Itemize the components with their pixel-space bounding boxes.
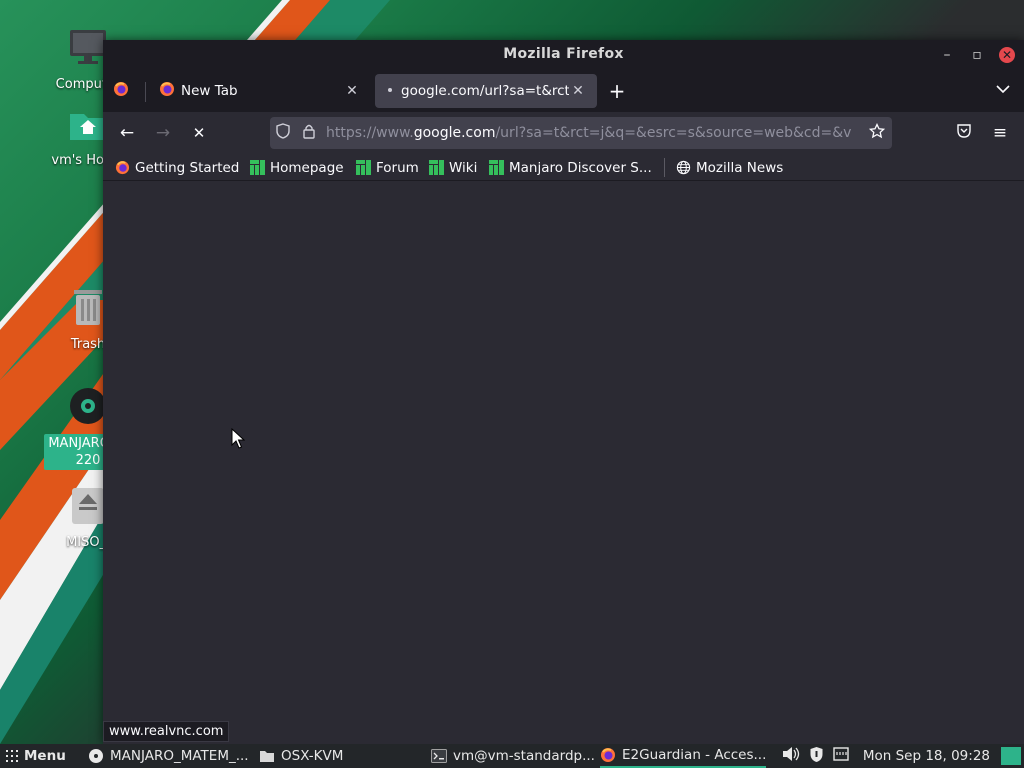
bookmark-separator [664, 158, 665, 177]
manjaro-icon [429, 160, 444, 175]
lock-icon[interactable] [296, 124, 322, 143]
close-button[interactable]: ✕ [999, 47, 1015, 63]
network-wired-icon [833, 747, 849, 765]
disc-icon [88, 748, 104, 764]
close-tab-icon[interactable]: ✕ [343, 83, 361, 99]
loading-dot-icon [385, 83, 395, 99]
arrow-left-icon: ← [119, 123, 135, 143]
hamburger-menu-icon: ≡ [992, 123, 1008, 143]
back-button[interactable]: ← [113, 120, 141, 146]
bookmark-forum[interactable]: Forum [356, 157, 419, 178]
network-tray-button[interactable] [833, 744, 849, 768]
url-host: google.com [413, 125, 496, 141]
firefox-icon [115, 160, 130, 175]
taskbar-item-manjaro-disc[interactable]: MANJARO_MATEM_... [88, 744, 249, 768]
plus-icon: + [608, 79, 626, 103]
bookmark-star-icon[interactable] [862, 122, 892, 143]
mouse-cursor-icon [231, 428, 245, 449]
security-tray-button[interactable] [809, 744, 824, 768]
taskbar: Menu MANJARO_MATEM_... OSX-KVM vm@vm-sta… [0, 744, 1024, 768]
url-path: /url?sa=t&rct=j&q=&esrc=s&source=web&cd=… [495, 125, 852, 141]
status-tooltip: www.realvnc.com [103, 721, 230, 742]
forward-button[interactable]: → [149, 120, 177, 146]
window-title: Mozilla Firefox [503, 46, 624, 62]
pocket-button[interactable] [950, 120, 978, 146]
minimize-button[interactable]: – [937, 45, 957, 65]
bookmark-getting-started[interactable]: Getting Started [115, 157, 239, 178]
globe-icon [676, 160, 691, 175]
clock[interactable]: Mon Sep 18, 09:28 [863, 744, 990, 768]
close-tab-icon[interactable]: ✕ [569, 83, 587, 99]
tab-new-tab[interactable]: New Tab ✕ [149, 74, 371, 108]
folder-icon [259, 749, 275, 763]
terminal-icon [431, 749, 447, 763]
url-text[interactable]: https://www.google.com/url?sa=t&rct=j&q=… [326, 125, 862, 141]
bookmark-wiki[interactable]: Wiki [429, 157, 477, 178]
tab-separator [145, 82, 146, 102]
menu-label: Menu [24, 748, 66, 764]
new-tab-button[interactable]: + [603, 78, 631, 104]
list-all-tabs-button[interactable] [989, 78, 1017, 104]
stop-x-icon: ✕ [192, 124, 206, 142]
taskbar-item-osx-kvm[interactable]: OSX-KVM [259, 744, 343, 768]
tab-google-url[interactable]: google.com/url?sa=t&rct ✕ [375, 74, 597, 108]
volume-tray-button[interactable] [782, 744, 800, 768]
url-scheme: https://www. [326, 125, 414, 141]
firefox-icon [113, 81, 129, 101]
speaker-icon [782, 746, 800, 766]
bookmarks-toolbar: Getting Started Homepage Forum Wiki Manj… [103, 154, 1024, 181]
pocket-icon [956, 123, 972, 143]
stop-loading-button[interactable]: ✕ [185, 120, 213, 146]
tab-bar: New Tab ✕ google.com/url?sa=t&rct ✕ + [103, 70, 1024, 112]
menu-button[interactable]: Menu [6, 744, 66, 768]
disc-label-line2: 220 [75, 453, 101, 468]
arrow-right-icon: → [155, 123, 171, 143]
taskbar-item-terminal[interactable]: vm@vm-standardp... [431, 744, 595, 768]
bookmark-mozilla-news[interactable]: Mozilla News [676, 157, 783, 178]
show-desktop-button[interactable] [1001, 747, 1021, 765]
firefox-icon [159, 81, 175, 101]
firefox-view-button[interactable] [109, 74, 139, 108]
window-titlebar[interactable]: Mozilla Firefox – ▫ ✕ [103, 40, 1024, 70]
app-menu-button[interactable]: ≡ [986, 120, 1014, 146]
tab-title: google.com/url?sa=t&rct [401, 83, 569, 99]
maximize-button[interactable]: ▫ [967, 45, 987, 65]
navigation-toolbar: ← → ✕ https://www.google.com/url?sa=t&rc… [103, 112, 1024, 154]
taskbar-item-firefox[interactable]: E2Guardian - Acces... [600, 744, 767, 768]
grid-menu-icon [6, 750, 18, 762]
manjaro-icon [356, 160, 371, 175]
bookmark-manjaro-discover[interactable]: Manjaro Discover S... [489, 157, 652, 178]
shield-icon [809, 746, 824, 767]
page-content-area[interactable]: www.realvnc.com [103, 181, 1024, 744]
manjaro-icon [489, 160, 504, 175]
firefox-window: Mozilla Firefox – ▫ ✕ New Tab ✕ google.c… [103, 40, 1024, 744]
url-bar[interactable]: https://www.google.com/url?sa=t&rct=j&q=… [270, 117, 892, 149]
chevron-down-icon [996, 83, 1010, 98]
tab-title: New Tab [181, 83, 238, 99]
tracking-shield-icon[interactable] [270, 123, 296, 143]
firefox-icon [600, 747, 616, 763]
manjaro-icon [250, 160, 265, 175]
bookmark-homepage[interactable]: Homepage [250, 157, 344, 178]
